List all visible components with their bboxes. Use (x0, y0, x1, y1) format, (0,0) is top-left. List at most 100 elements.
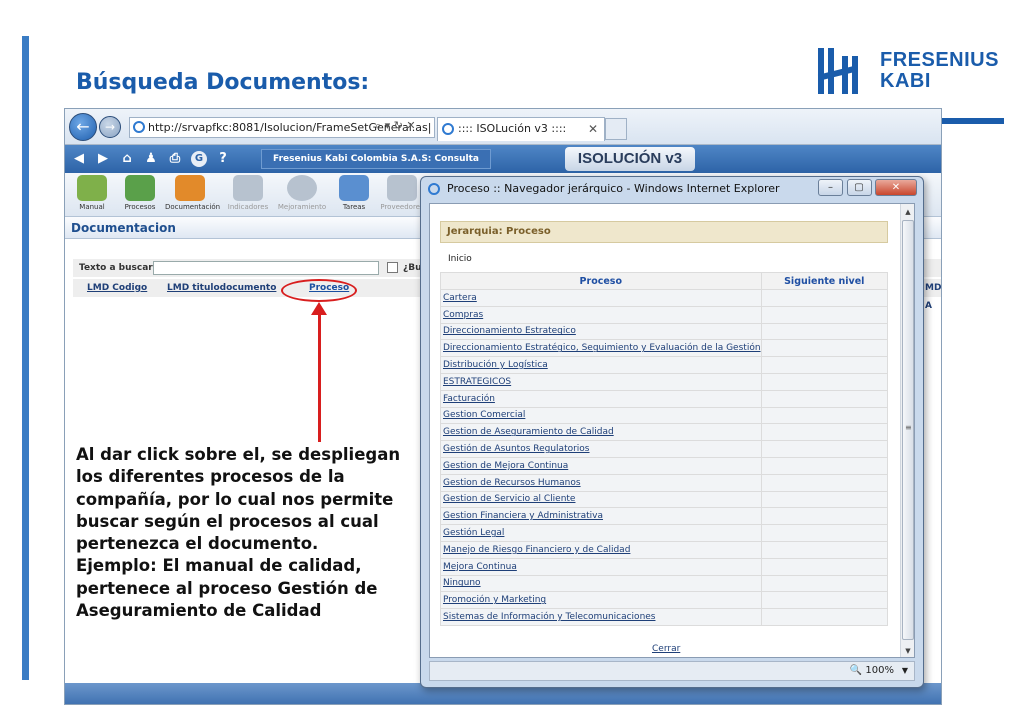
process-link[interactable]: Direccionamiento Estrategico (440, 322, 762, 341)
module-manual[interactable]: Manual (67, 175, 117, 215)
module-documentacion[interactable]: Documentación (165, 175, 220, 215)
ie-icon (133, 121, 145, 133)
home-icon[interactable]: ⌂ (119, 151, 135, 167)
next-level-cell (760, 557, 889, 576)
process-link[interactable]: Direccionamiento Estratégico, Seguimient… (440, 339, 762, 358)
arrow-left-icon[interactable]: ◀ (71, 151, 87, 167)
popup-titlebar: Proceso :: Navegador jerárquico - Window… (421, 177, 923, 201)
process-link[interactable]: Cartera (440, 289, 762, 307)
search-input[interactable] (153, 261, 379, 275)
process-link[interactable]: ESTRATEGICOS (440, 372, 762, 391)
vertical-scrollbar[interactable]: ▲ ≡ ▼ (900, 204, 914, 657)
next-level-cell (760, 490, 889, 509)
maximize-button[interactable]: ▢ (846, 179, 872, 196)
process-link[interactable]: Gestion de Servicio al Cliente (440, 490, 762, 509)
chevron-down-icon[interactable]: ▾ (385, 119, 391, 132)
module-mejoramiento[interactable]: Mejoramiento (277, 175, 327, 215)
g-icon[interactable]: G (191, 151, 207, 167)
annotation-paragraph-1: Al dar click sobre el, se despliegan los… (76, 445, 401, 554)
table-row: Gestion de Servicio al Cliente (440, 490, 889, 509)
process-link[interactable]: Mejora Continua (440, 557, 762, 576)
arrow-line (318, 310, 321, 442)
module-procesos[interactable]: Procesos (115, 175, 165, 215)
next-level-cell (760, 608, 889, 626)
search-label: Texto a buscar: (79, 263, 157, 273)
table-row: Gestion de Aseguramiento de Calidad (440, 423, 889, 442)
module-label: Tareas (342, 203, 366, 211)
process-link[interactable]: Gestion de Aseguramiento de Calidad (440, 423, 762, 442)
refresh-icon[interactable]: ↻ (394, 119, 403, 132)
process-link[interactable]: Sistemas de Información y Telecomunicaci… (440, 608, 762, 626)
chevron-down-icon[interactable]: ▼ (902, 662, 908, 680)
module-tareas[interactable]: Tareas (329, 175, 379, 215)
next-level-cell (760, 524, 889, 542)
close-link[interactable]: Cerrar (652, 644, 680, 654)
logo-line2: KABI (880, 70, 931, 92)
search-checkbox[interactable] (387, 262, 398, 273)
tab-title: :::: ISOLución v3 :::: (458, 122, 567, 135)
close-window-button[interactable]: ✕ (875, 179, 917, 196)
highlight-circle (281, 279, 357, 302)
process-link[interactable]: Gestión Legal (440, 524, 762, 542)
table-row: Direccionamiento Estrategico (440, 322, 889, 341)
process-link[interactable]: Ninguno (440, 574, 762, 593)
process-table: Proceso Siguiente nivel Cartera Compras Di… (440, 272, 889, 626)
minimize-button[interactable]: – (818, 179, 843, 196)
new-tab-button[interactable] (605, 118, 627, 140)
folder-icon (175, 175, 205, 201)
arrow-right-icon[interactable]: ▶ (95, 151, 111, 167)
window-controls: – ▢ ✕ (818, 179, 917, 197)
popup-content: Jerarquia: Proceso Inicio Proceso Siguie… (429, 203, 915, 658)
breadcrumb[interactable]: Inicio (448, 254, 472, 264)
module-label: Indicadores (227, 203, 269, 211)
stop-icon[interactable]: ✕ (406, 119, 415, 132)
process-link[interactable]: Promoción y Marketing (440, 591, 762, 610)
process-link[interactable]: Gestion de Recursos Humanos (440, 473, 762, 492)
zoom-level[interactable]: 🔍 100% (850, 662, 894, 680)
table-row: Direccionamiento Estratégico, Seguimient… (440, 339, 889, 358)
scroll-down-icon[interactable]: ▼ (902, 645, 914, 657)
table-row: ESTRATEGICOS (440, 372, 889, 391)
ie-icon (428, 183, 440, 195)
back-button[interactable]: ← (69, 113, 97, 141)
process-link[interactable]: Gestión de Asuntos Regulatorios (440, 440, 762, 458)
next-level-cell (760, 406, 889, 425)
next-level-cell (760, 591, 889, 610)
column-lmd-titulo[interactable]: LMD titulodocumento (167, 279, 276, 297)
process-link[interactable]: Gestion de Mejora Continua (440, 456, 762, 475)
table-row: Gestión Legal (440, 524, 889, 542)
next-level-cell (760, 574, 889, 593)
compass-icon (287, 175, 317, 201)
process-link[interactable]: Manejo de Riesgo Financiero y de Calidad (440, 540, 762, 559)
tab-isolucion[interactable]: :::: ISOLución v3 :::: ✕ (437, 117, 605, 141)
next-level-cell (760, 356, 889, 374)
forward-button[interactable]: → (99, 116, 121, 138)
table-row: Gestión de Asuntos Regulatorios (440, 440, 889, 458)
chart-icon (233, 175, 263, 201)
user-icon[interactable]: ♟ (143, 151, 159, 167)
scroll-thumb[interactable]: ≡ (902, 220, 914, 640)
scroll-up-icon[interactable]: ▲ (902, 206, 914, 218)
fresenius-kabi-logo: FRESENIUS KABI (816, 46, 1006, 96)
left-accent-bar (22, 36, 29, 680)
process-link[interactable]: Gestion Comercial (440, 406, 762, 425)
slide: Búsqueda Documentos: FRESENIUS KABI ← → … (0, 0, 1024, 709)
table-header-row: Proceso Siguiente nivel (440, 272, 889, 290)
process-link[interactable]: Distribución y Logística (440, 356, 762, 374)
next-level-cell (760, 322, 889, 341)
process-link[interactable]: Compras (440, 305, 762, 324)
process-link[interactable]: Gestion Financiera y Administrativa (440, 507, 762, 526)
process-link[interactable]: Facturación (440, 389, 762, 408)
next-level-cell (760, 507, 889, 526)
search-icon[interactable]: ⌕ (375, 119, 381, 132)
column-right-partial: MD A (925, 283, 942, 311)
close-tab-icon[interactable]: ✕ (588, 118, 598, 140)
module-indicadores[interactable]: Indicadores (223, 175, 273, 215)
column-lmd-codigo[interactable]: LMD Codigo (87, 279, 147, 297)
print-icon[interactable]: ⎙ (167, 151, 183, 167)
search-check-label: ¿Bu (403, 263, 422, 273)
help-icon[interactable]: ? (215, 151, 231, 167)
ie-icon (442, 123, 454, 135)
table-row: Gestion de Recursos Humanos (440, 473, 889, 492)
next-level-cell (760, 440, 889, 458)
